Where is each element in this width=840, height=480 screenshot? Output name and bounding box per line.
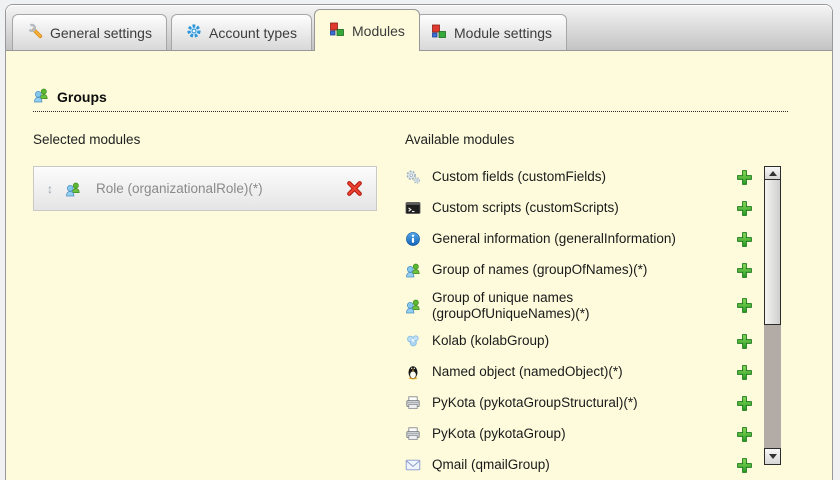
tab-account-types[interactable]: Account types: [171, 14, 312, 50]
scrollbar-track[interactable]: [764, 325, 781, 448]
available-modules-list: Custom fields (customFields) Custom scri…: [405, 166, 753, 476]
tab-label: Module settings: [454, 24, 553, 41]
scrollbar-thumb[interactable]: [764, 180, 781, 325]
group-icon: [33, 87, 49, 106]
add-module-button[interactable]: [736, 297, 753, 314]
printer-icon: [405, 426, 421, 442]
mail-icon: [405, 457, 421, 473]
group-icon: [405, 298, 421, 314]
plus-icon: [737, 426, 752, 442]
modules-icon: [431, 23, 447, 42]
gear-icon: [186, 23, 202, 42]
modules-icon: [329, 21, 345, 40]
tab-general-settings[interactable]: General settings: [12, 14, 167, 50]
tab-bar: General settings Account types Modules M…: [6, 5, 832, 51]
module-label: Custom scripts (customScripts): [432, 200, 619, 216]
module-row: PyKota (pykotaGroupStructural)(*): [405, 392, 753, 414]
tab-module-settings[interactable]: Module settings: [416, 14, 568, 50]
delete-icon: [347, 181, 362, 196]
plus-icon: [737, 169, 752, 185]
tab-label: General settings: [50, 24, 152, 41]
plus-icon: [737, 333, 752, 349]
module-label: General information (generalInformation): [432, 231, 676, 247]
gears-icon: [405, 169, 421, 185]
scrollbar-down-button[interactable]: [764, 448, 781, 465]
module-label: Kolab (kolabGroup): [432, 333, 550, 349]
module-row: Qmail (qmailGroup): [405, 454, 753, 476]
module-row: Group of names (groupOfNames)(*): [405, 259, 753, 281]
terminal-icon: [405, 200, 421, 216]
module-row: Custom fields (customFields): [405, 166, 753, 188]
add-module-button[interactable]: [736, 364, 753, 381]
add-module-button[interactable]: [736, 457, 753, 474]
tab-label: Account types: [209, 24, 297, 41]
plus-icon: [737, 364, 752, 380]
scrollbar[interactable]: [764, 166, 781, 465]
module-row: Group of unique names (groupOfUniqueName…: [405, 290, 753, 321]
module-row: PyKota (pykotaGroup): [405, 423, 753, 445]
plus-icon: [737, 262, 752, 278]
arrow-up-icon: [768, 170, 777, 176]
kolab-icon: [405, 333, 421, 349]
drag-handle-icon[interactable]: ↕: [47, 183, 53, 195]
add-module-button[interactable]: [736, 231, 753, 248]
settings-panel: General settings Account types Modules M…: [5, 4, 833, 480]
remove-module-button[interactable]: [346, 180, 363, 197]
group-icon: [405, 262, 421, 278]
module-row: Kolab (kolabGroup): [405, 330, 753, 352]
module-row: Custom scripts (customScripts): [405, 197, 753, 219]
add-module-button[interactable]: [736, 333, 753, 350]
plus-icon: [737, 298, 752, 313]
tab-modules[interactable]: Modules: [314, 9, 420, 51]
module-label: PyKota (pykotaGroupStructural)(*): [432, 395, 638, 411]
group-icon: [65, 181, 81, 197]
selected-module-label: Role (organizationalRole)(*): [96, 181, 263, 196]
plus-icon: [737, 231, 752, 247]
module-label: Custom fields (customFields): [432, 169, 607, 185]
printer-icon: [405, 395, 421, 411]
module-label: PyKota (pykotaGroup): [432, 426, 566, 442]
tab-content: Groups Selected modules ↕ Role (organiza…: [6, 87, 832, 476]
add-module-button[interactable]: [736, 262, 753, 279]
module-row: Named object (namedObject)(*): [405, 361, 753, 383]
add-module-button[interactable]: [736, 200, 753, 217]
tab-label: Modules: [352, 22, 405, 39]
add-module-button[interactable]: [736, 395, 753, 412]
add-module-button[interactable]: [736, 169, 753, 186]
wrench-icon: [27, 23, 43, 42]
module-label: Qmail (qmailGroup): [432, 457, 550, 473]
selected-module-row[interactable]: ↕ Role (organizationalRole)(*): [33, 166, 377, 211]
add-module-button[interactable]: [736, 426, 753, 443]
scrollbar-up-button[interactable]: [764, 166, 781, 180]
groups-section-header: Groups: [33, 87, 788, 112]
module-label: Named object (namedObject)(*): [432, 364, 623, 380]
plus-icon: [737, 200, 752, 216]
module-label: Group of names (groupOfNames)(*): [432, 262, 648, 278]
selected-modules-header: Selected modules: [33, 132, 141, 147]
info-icon: [405, 231, 421, 247]
plus-icon: [737, 457, 752, 473]
groups-section-title: Groups: [57, 88, 107, 105]
plus-icon: [737, 395, 752, 411]
module-label: Group of unique names (groupOfUniqueName…: [432, 290, 590, 321]
penguin-icon: [405, 364, 421, 380]
module-row: General information (generalInformation): [405, 228, 753, 250]
available-modules-header: Available modules: [405, 132, 515, 147]
arrow-down-icon: [768, 454, 777, 459]
